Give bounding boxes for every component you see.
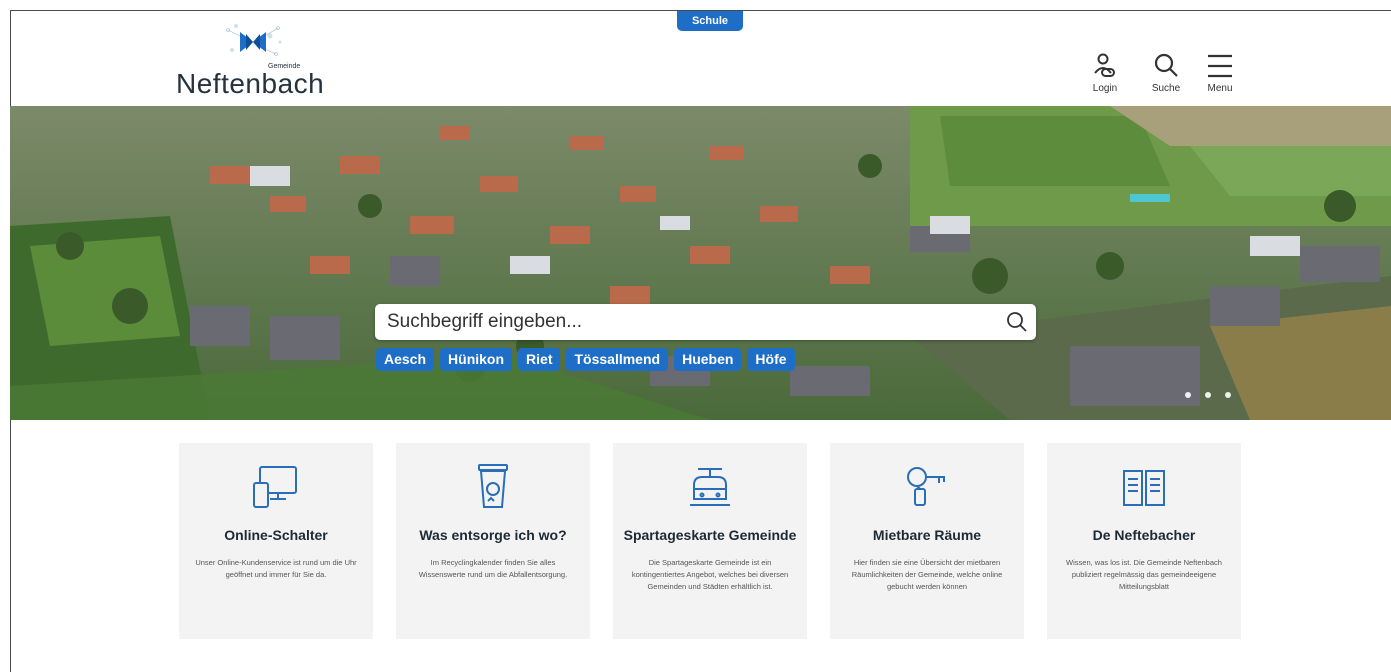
search-icon xyxy=(1154,53,1178,77)
slider-dots xyxy=(1185,392,1231,398)
hero-search-box xyxy=(375,304,1036,340)
recycling-bin-icon xyxy=(478,464,508,508)
card-entsorgung[interactable]: Was entsorge ich wo? Im Recyclingkalende… xyxy=(396,443,590,639)
hamburger-icon xyxy=(1208,54,1232,78)
devices-icon xyxy=(253,466,297,508)
location-chips: Aesch Hünikon Riet Tössallmend Hueben Hö… xyxy=(376,348,795,371)
chip-aesch[interactable]: Aesch xyxy=(376,348,435,371)
service-cards: Online-Schalter Unser Online-Kundenservi… xyxy=(179,443,1241,639)
card-title: Was entsorge ich wo? xyxy=(419,527,567,543)
card-title: Spartageskarte Gemeinde xyxy=(623,527,797,543)
search-button[interactable]: Suche xyxy=(1144,52,1188,98)
chip-toessallmend[interactable]: Tössallmend xyxy=(566,348,669,371)
card-description: Hier finden sie eine Übersicht der mietb… xyxy=(851,558,1003,591)
hero-slider xyxy=(10,106,1391,420)
user-icon xyxy=(1094,53,1115,77)
school-tab-badge[interactable]: Schule xyxy=(677,11,743,31)
card-neftebacher[interactable]: De Neftebacher Wissen, was los ist. Die … xyxy=(1047,443,1241,639)
slider-dot[interactable] xyxy=(1225,392,1231,398)
slider-dot[interactable] xyxy=(1185,392,1191,398)
chip-huenikon[interactable]: Hünikon xyxy=(440,348,513,371)
card-title: De Neftebacher xyxy=(1092,527,1196,543)
login-button[interactable]: Login xyxy=(1083,52,1127,98)
card-title: Mietbare Räume xyxy=(872,527,982,543)
search-label: Suche xyxy=(1151,83,1181,94)
card-description: Wissen, was los ist. Die Gemeinde Neften… xyxy=(1066,558,1222,591)
chip-riet[interactable]: Riet xyxy=(518,348,561,371)
chip-hoefe[interactable]: Höfe xyxy=(747,348,795,371)
site-logo[interactable]: Gemeinde Neftenbach xyxy=(176,20,336,100)
card-title: Online-Schalter xyxy=(224,527,328,543)
card-description: Unser Online-Kundenservice ist rund um d… xyxy=(195,558,357,579)
search-icon[interactable] xyxy=(1006,311,1028,333)
menu-label: Menu xyxy=(1207,83,1233,94)
search-input[interactable] xyxy=(385,310,979,334)
slider-dot[interactable] xyxy=(1205,392,1211,398)
card-online-schalter[interactable]: Online-Schalter Unser Online-Kundenservi… xyxy=(179,443,373,639)
hero-aerial-image xyxy=(10,106,1391,420)
logo-name: Neftenbach xyxy=(176,68,325,99)
logo-butterfly-icon xyxy=(226,24,282,56)
chip-hueben[interactable]: Hueben xyxy=(674,348,742,371)
newspaper-icon xyxy=(1123,470,1165,506)
train-icon xyxy=(690,468,730,506)
login-label: Login xyxy=(1092,83,1118,94)
key-icon xyxy=(907,467,945,506)
card-spartageskarte[interactable]: Spartageskarte Gemeinde Die Spartageskar… xyxy=(613,443,807,639)
card-mietbare-raeume[interactable]: Mietbare Räume Hier finden sie eine Über… xyxy=(830,443,1024,639)
card-description: Im Recyclingkalender finden Sie alles Wi… xyxy=(418,558,568,579)
menu-button[interactable]: Menu xyxy=(1198,52,1242,98)
card-description: Die Spartageskarte Gemeinde ist ein kont… xyxy=(631,558,789,591)
